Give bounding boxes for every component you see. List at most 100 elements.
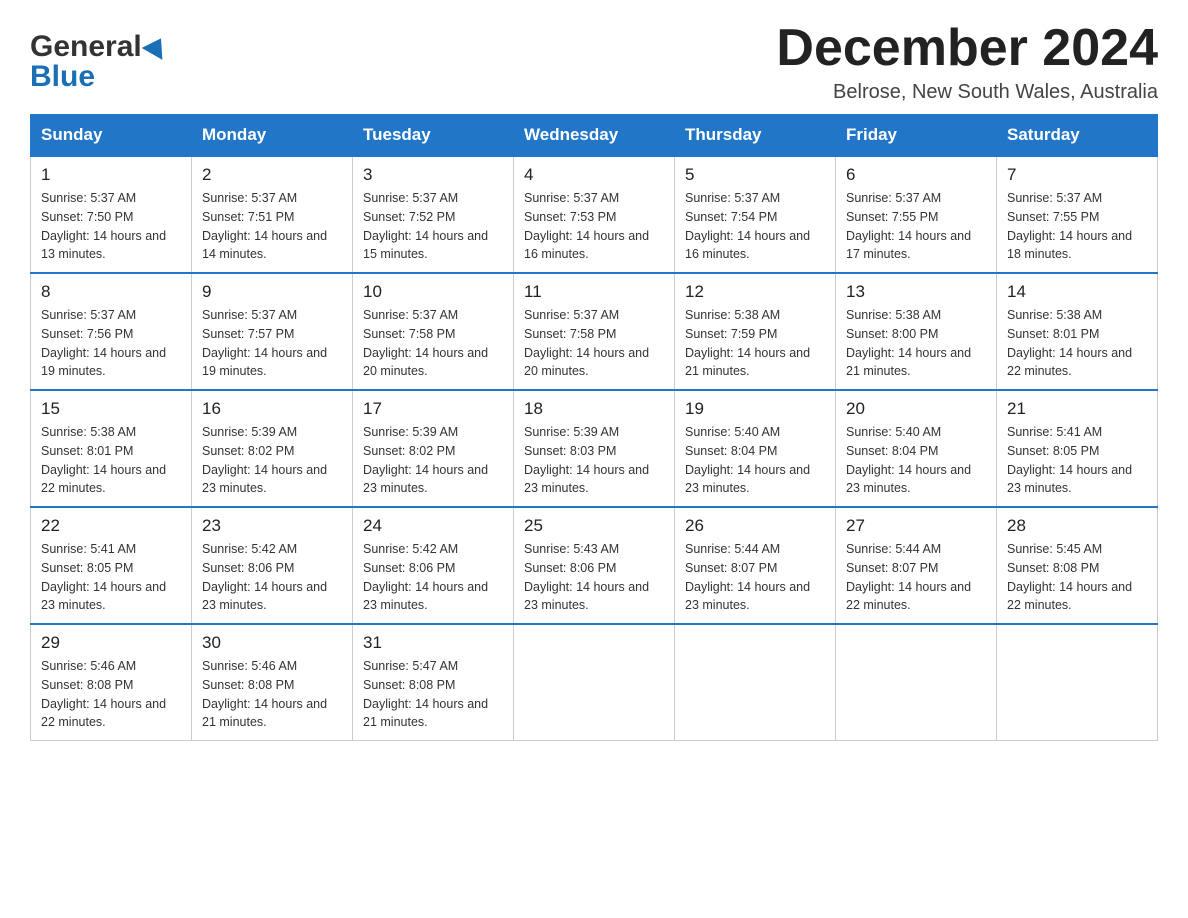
col-header-tuesday: Tuesday [353, 115, 514, 157]
logo-general-text: General [30, 30, 142, 64]
day-number: 21 [1007, 399, 1147, 419]
day-number: 23 [202, 516, 342, 536]
col-header-saturday: Saturday [997, 115, 1158, 157]
day-info: Sunrise: 5:39 AMSunset: 8:02 PMDaylight:… [363, 423, 503, 498]
day-number: 6 [846, 165, 986, 185]
calendar-cell [997, 624, 1158, 741]
day-info: Sunrise: 5:46 AMSunset: 8:08 PMDaylight:… [202, 657, 342, 732]
calendar-cell: 30 Sunrise: 5:46 AMSunset: 8:08 PMDaylig… [192, 624, 353, 741]
calendar-cell: 23 Sunrise: 5:42 AMSunset: 8:06 PMDaylig… [192, 507, 353, 624]
day-number: 14 [1007, 282, 1147, 302]
calendar-cell: 4 Sunrise: 5:37 AMSunset: 7:53 PMDayligh… [514, 156, 675, 273]
day-info: Sunrise: 5:44 AMSunset: 8:07 PMDaylight:… [846, 540, 986, 615]
calendar-cell [836, 624, 997, 741]
day-info: Sunrise: 5:39 AMSunset: 8:03 PMDaylight:… [524, 423, 664, 498]
day-info: Sunrise: 5:38 AMSunset: 8:00 PMDaylight:… [846, 306, 986, 381]
calendar-cell: 17 Sunrise: 5:39 AMSunset: 8:02 PMDaylig… [353, 390, 514, 507]
col-header-sunday: Sunday [31, 115, 192, 157]
day-info: Sunrise: 5:37 AMSunset: 7:58 PMDaylight:… [524, 306, 664, 381]
calendar-cell: 29 Sunrise: 5:46 AMSunset: 8:08 PMDaylig… [31, 624, 192, 741]
month-title: December 2024 [776, 20, 1158, 77]
day-info: Sunrise: 5:38 AMSunset: 8:01 PMDaylight:… [1007, 306, 1147, 381]
title-block: December 2024 Belrose, New South Wales, … [776, 20, 1158, 104]
col-header-friday: Friday [836, 115, 997, 157]
col-header-thursday: Thursday [675, 115, 836, 157]
day-number: 9 [202, 282, 342, 302]
day-info: Sunrise: 5:45 AMSunset: 8:08 PMDaylight:… [1007, 540, 1147, 615]
day-number: 28 [1007, 516, 1147, 536]
calendar-week-3: 15 Sunrise: 5:38 AMSunset: 8:01 PMDaylig… [31, 390, 1158, 507]
day-info: Sunrise: 5:40 AMSunset: 8:04 PMDaylight:… [685, 423, 825, 498]
calendar-cell [514, 624, 675, 741]
col-header-monday: Monday [192, 115, 353, 157]
day-info: Sunrise: 5:41 AMSunset: 8:05 PMDaylight:… [41, 540, 181, 615]
day-number: 10 [363, 282, 503, 302]
day-number: 30 [202, 633, 342, 653]
day-number: 25 [524, 516, 664, 536]
day-number: 31 [363, 633, 503, 653]
day-number: 1 [41, 165, 181, 185]
day-info: Sunrise: 5:42 AMSunset: 8:06 PMDaylight:… [363, 540, 503, 615]
calendar-cell: 28 Sunrise: 5:45 AMSunset: 8:08 PMDaylig… [997, 507, 1158, 624]
col-header-wednesday: Wednesday [514, 115, 675, 157]
day-info: Sunrise: 5:39 AMSunset: 8:02 PMDaylight:… [202, 423, 342, 498]
day-number: 26 [685, 516, 825, 536]
calendar-week-1: 1 Sunrise: 5:37 AMSunset: 7:50 PMDayligh… [31, 156, 1158, 273]
calendar-header-row: SundayMondayTuesdayWednesdayThursdayFrid… [31, 115, 1158, 157]
day-info: Sunrise: 5:44 AMSunset: 8:07 PMDaylight:… [685, 540, 825, 615]
day-info: Sunrise: 5:37 AMSunset: 7:56 PMDaylight:… [41, 306, 181, 381]
day-number: 7 [1007, 165, 1147, 185]
day-number: 3 [363, 165, 503, 185]
day-info: Sunrise: 5:42 AMSunset: 8:06 PMDaylight:… [202, 540, 342, 615]
calendar-cell: 13 Sunrise: 5:38 AMSunset: 8:00 PMDaylig… [836, 273, 997, 390]
day-info: Sunrise: 5:46 AMSunset: 8:08 PMDaylight:… [41, 657, 181, 732]
day-info: Sunrise: 5:37 AMSunset: 7:57 PMDaylight:… [202, 306, 342, 381]
calendar-cell: 27 Sunrise: 5:44 AMSunset: 8:07 PMDaylig… [836, 507, 997, 624]
day-number: 17 [363, 399, 503, 419]
calendar-cell: 9 Sunrise: 5:37 AMSunset: 7:57 PMDayligh… [192, 273, 353, 390]
day-number: 18 [524, 399, 664, 419]
logo-blue-text: Blue [30, 60, 95, 94]
calendar-cell: 11 Sunrise: 5:37 AMSunset: 7:58 PMDaylig… [514, 273, 675, 390]
calendar-table: SundayMondayTuesdayWednesdayThursdayFrid… [30, 114, 1158, 741]
day-info: Sunrise: 5:37 AMSunset: 7:54 PMDaylight:… [685, 189, 825, 264]
calendar-cell: 12 Sunrise: 5:38 AMSunset: 7:59 PMDaylig… [675, 273, 836, 390]
calendar-cell: 24 Sunrise: 5:42 AMSunset: 8:06 PMDaylig… [353, 507, 514, 624]
calendar-cell: 1 Sunrise: 5:37 AMSunset: 7:50 PMDayligh… [31, 156, 192, 273]
day-number: 8 [41, 282, 181, 302]
calendar-week-2: 8 Sunrise: 5:37 AMSunset: 7:56 PMDayligh… [31, 273, 1158, 390]
calendar-cell: 15 Sunrise: 5:38 AMSunset: 8:01 PMDaylig… [31, 390, 192, 507]
calendar-cell: 10 Sunrise: 5:37 AMSunset: 7:58 PMDaylig… [353, 273, 514, 390]
day-number: 22 [41, 516, 181, 536]
day-number: 12 [685, 282, 825, 302]
calendar-cell: 14 Sunrise: 5:38 AMSunset: 8:01 PMDaylig… [997, 273, 1158, 390]
calendar-cell: 26 Sunrise: 5:44 AMSunset: 8:07 PMDaylig… [675, 507, 836, 624]
day-info: Sunrise: 5:43 AMSunset: 8:06 PMDaylight:… [524, 540, 664, 615]
logo-arrow-icon [142, 33, 170, 61]
calendar-week-5: 29 Sunrise: 5:46 AMSunset: 8:08 PMDaylig… [31, 624, 1158, 741]
calendar-cell: 19 Sunrise: 5:40 AMSunset: 8:04 PMDaylig… [675, 390, 836, 507]
day-info: Sunrise: 5:37 AMSunset: 7:52 PMDaylight:… [363, 189, 503, 264]
calendar-cell: 18 Sunrise: 5:39 AMSunset: 8:03 PMDaylig… [514, 390, 675, 507]
page-header: General Blue December 2024 Belrose, New … [30, 20, 1158, 104]
calendar-cell: 21 Sunrise: 5:41 AMSunset: 8:05 PMDaylig… [997, 390, 1158, 507]
calendar-cell: 16 Sunrise: 5:39 AMSunset: 8:02 PMDaylig… [192, 390, 353, 507]
day-number: 13 [846, 282, 986, 302]
calendar-cell: 20 Sunrise: 5:40 AMSunset: 8:04 PMDaylig… [836, 390, 997, 507]
day-number: 29 [41, 633, 181, 653]
calendar-cell: 2 Sunrise: 5:37 AMSunset: 7:51 PMDayligh… [192, 156, 353, 273]
calendar-cell [675, 624, 836, 741]
calendar-cell: 31 Sunrise: 5:47 AMSunset: 8:08 PMDaylig… [353, 624, 514, 741]
logo: General Blue [30, 30, 170, 94]
day-info: Sunrise: 5:37 AMSunset: 7:58 PMDaylight:… [363, 306, 503, 381]
calendar-cell: 6 Sunrise: 5:37 AMSunset: 7:55 PMDayligh… [836, 156, 997, 273]
day-number: 24 [363, 516, 503, 536]
day-info: Sunrise: 5:40 AMSunset: 8:04 PMDaylight:… [846, 423, 986, 498]
day-number: 11 [524, 282, 664, 302]
day-number: 27 [846, 516, 986, 536]
day-number: 15 [41, 399, 181, 419]
day-number: 2 [202, 165, 342, 185]
calendar-cell: 25 Sunrise: 5:43 AMSunset: 8:06 PMDaylig… [514, 507, 675, 624]
day-info: Sunrise: 5:47 AMSunset: 8:08 PMDaylight:… [363, 657, 503, 732]
day-number: 19 [685, 399, 825, 419]
